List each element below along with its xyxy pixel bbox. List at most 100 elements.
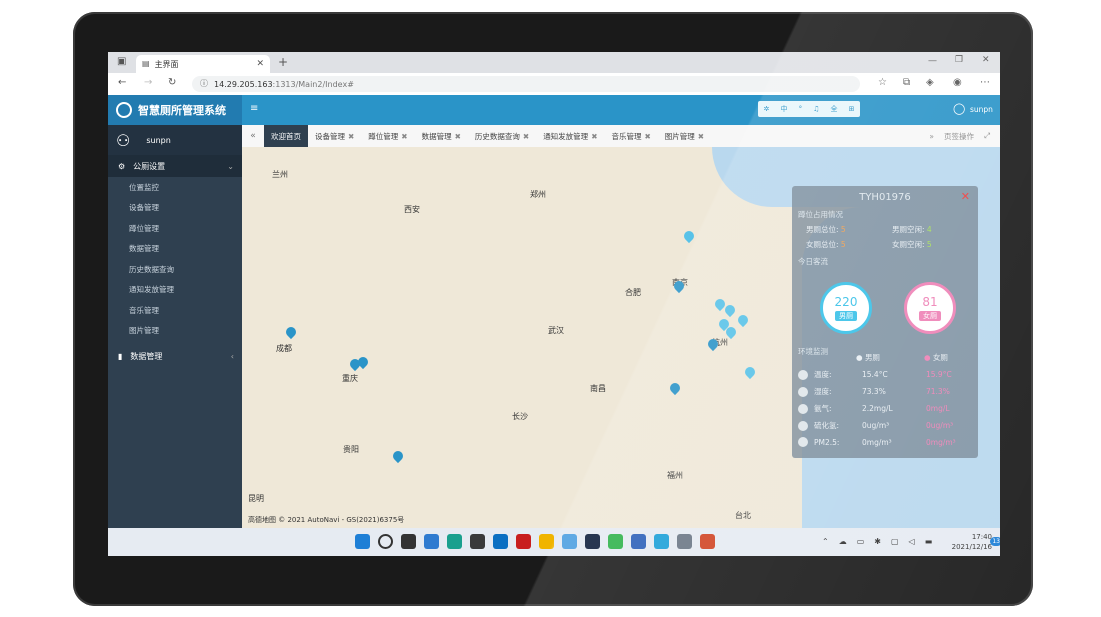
tab-close-icon[interactable]: ✖: [698, 132, 704, 141]
sidebar-item-images[interactable]: 图片管理: [108, 321, 242, 342]
tabs-prev-icon[interactable]: «: [242, 131, 264, 141]
sidebar-item-location[interactable]: 位置监控: [108, 177, 242, 198]
ime-key-2[interactable]: ♫: [813, 105, 819, 113]
forward-icon[interactable]: →: [144, 78, 152, 88]
minimize-icon[interactable]: —: [928, 57, 937, 66]
sidebar-group2-label: 数据管理: [130, 351, 163, 361]
chevron-up-icon[interactable]: ⌃: [822, 537, 829, 546]
tab-data[interactable]: 数据管理 ✖: [415, 125, 468, 147]
tab-seats[interactable]: 蹲位管理 ✖: [361, 125, 414, 147]
tab-close-icon[interactable]: ✖: [455, 132, 461, 141]
tab-history[interactable]: 历史数据查询 ✖: [468, 125, 536, 147]
start-icon[interactable]: [355, 534, 370, 549]
edge-icon[interactable]: [447, 534, 462, 549]
tab-actions-icon[interactable]: ▣: [117, 57, 126, 67]
url-input[interactable]: ⓘ 14.29.205.163:1313/Main2/Index#: [192, 76, 860, 92]
maximize-icon[interactable]: ❐: [955, 56, 963, 65]
tab-close-icon[interactable]: ✖: [401, 132, 407, 141]
seats-row-total: 男厕总位: 5 男厕空闲: 4: [792, 224, 978, 235]
network-icon[interactable]: ▭: [857, 537, 865, 546]
back-icon[interactable]: ←: [118, 78, 126, 88]
female-total-label: 女厕总位:: [806, 240, 839, 249]
close-tab-icon[interactable]: ✕: [256, 59, 264, 69]
toilet-marker[interactable]: [735, 312, 751, 328]
sidebar-item-data[interactable]: 数据管理: [108, 239, 242, 260]
store-icon[interactable]: [470, 534, 485, 549]
tabs-next-icon[interactable]: »: [929, 132, 934, 141]
toilet-marker[interactable]: [667, 380, 683, 396]
sidebar-username: sunpn: [146, 135, 171, 145]
task-view-icon[interactable]: [401, 534, 416, 549]
wechat-icon[interactable]: [608, 534, 623, 549]
refresh-icon[interactable]: ↻: [168, 78, 176, 88]
user-icon[interactable]: ◯: [953, 102, 965, 115]
ime-key-0[interactable]: 中: [780, 104, 787, 114]
ime-key-1[interactable]: °: [799, 105, 803, 113]
volume-icon[interactable]: ◁: [909, 537, 915, 546]
word-icon[interactable]: [631, 534, 646, 549]
tab-close-icon[interactable]: ✖: [523, 132, 529, 141]
chevron-down-icon: ⌄: [227, 161, 234, 171]
fullscreen-icon[interactable]: ⤢: [984, 131, 990, 141]
tab-close-icon[interactable]: ✖: [348, 132, 354, 141]
toilet-marker[interactable]: [742, 364, 758, 380]
extensions-icon[interactable]: ◈: [926, 78, 934, 88]
collections-icon[interactable]: ⧉: [903, 78, 910, 88]
female-count: 81: [922, 295, 938, 309]
tab-close-icon[interactable]: ✖: [644, 132, 650, 141]
tab-close-icon[interactable]: ✖: [591, 132, 597, 141]
sidebar-group-data[interactable]: ▮ 数据管理 ‹: [108, 345, 242, 367]
app-icon[interactable]: [654, 534, 669, 549]
profile-icon[interactable]: ◉: [953, 78, 962, 88]
more-icon[interactable]: ⋯: [980, 78, 990, 88]
display-icon[interactable]: ▢: [891, 537, 899, 546]
window-close-icon[interactable]: ✕: [982, 56, 990, 65]
sidebar-item-history[interactable]: 历史数据查询: [108, 259, 242, 280]
powerpoint-icon[interactable]: [700, 534, 715, 549]
app-icon[interactable]: [562, 534, 577, 549]
folder-icon[interactable]: [539, 534, 554, 549]
notification-badge[interactable]: 13: [990, 537, 1000, 546]
browser-tab[interactable]: ▤ 主界面 ✕: [136, 55, 270, 73]
photoshop-icon[interactable]: [585, 534, 600, 549]
search-icon[interactable]: [378, 534, 393, 549]
env-legend: ● 男厕 ● 女厕: [856, 353, 948, 362]
sidebar-group-settings[interactable]: ⚙ 公厕设置 ⌄: [108, 155, 242, 177]
toilet-marker[interactable]: [681, 228, 697, 244]
menu-toggle-icon[interactable]: ≡: [250, 103, 258, 114]
sidebar-item-music[interactable]: 音乐管理: [108, 300, 242, 321]
widgets-icon[interactable]: [424, 534, 439, 549]
input-method-bar[interactable]: ✲ 中 ° ♫ 全 ⊞: [758, 101, 860, 117]
sidebar-item-seats[interactable]: 蹲位管理: [108, 218, 242, 239]
sidebar-item-notices[interactable]: 通知发放管理: [108, 280, 242, 301]
ime-key-3[interactable]: 全: [831, 104, 838, 114]
tab-images[interactable]: 图片管理 ✖: [658, 125, 711, 147]
map-view[interactable]: 兰州 西安 郑州 合肥 南京 武汉 成都 重庆 长沙 南昌 杭州 贵阳 福州 台…: [242, 147, 1000, 556]
clock[interactable]: 17:40 2021/12/16: [952, 532, 992, 552]
city-label: 成都: [276, 344, 292, 353]
ime-key-4[interactable]: ⊞: [849, 105, 855, 113]
notepad-icon[interactable]: [677, 534, 692, 549]
tab-ops-button[interactable]: 页签操作: [944, 131, 974, 142]
panel-close-icon[interactable]: ✕: [961, 190, 970, 203]
toilet-marker[interactable]: [390, 448, 406, 464]
tab-welcome[interactable]: 欢迎首页: [264, 125, 308, 147]
battery-icon[interactable]: ▬: [925, 537, 933, 546]
favorite-icon[interactable]: ☆: [878, 78, 887, 88]
app-icon[interactable]: [493, 534, 508, 549]
city-label: 长沙: [512, 412, 528, 421]
female-free-label: 女厕空闲:: [892, 240, 925, 249]
bluetooth-icon[interactable]: ✱: [874, 537, 881, 546]
tab-notices[interactable]: 通知发放管理 ✖: [536, 125, 604, 147]
clock-time: 17:40: [971, 533, 992, 541]
ime-settings-icon[interactable]: ✲: [764, 105, 770, 113]
sidebar-item-devices[interactable]: 设备管理: [108, 198, 242, 219]
clock-date: 2021/12/16: [951, 543, 992, 551]
header-username[interactable]: sunpn: [970, 105, 993, 114]
mcafee-icon[interactable]: [516, 534, 531, 549]
new-tab-icon[interactable]: +: [278, 56, 288, 68]
tab-music[interactable]: 音乐管理 ✖: [604, 125, 657, 147]
toilet-marker[interactable]: [283, 324, 299, 340]
tab-devices[interactable]: 设备管理 ✖: [308, 125, 361, 147]
cloud-icon[interactable]: ☁: [839, 537, 847, 546]
